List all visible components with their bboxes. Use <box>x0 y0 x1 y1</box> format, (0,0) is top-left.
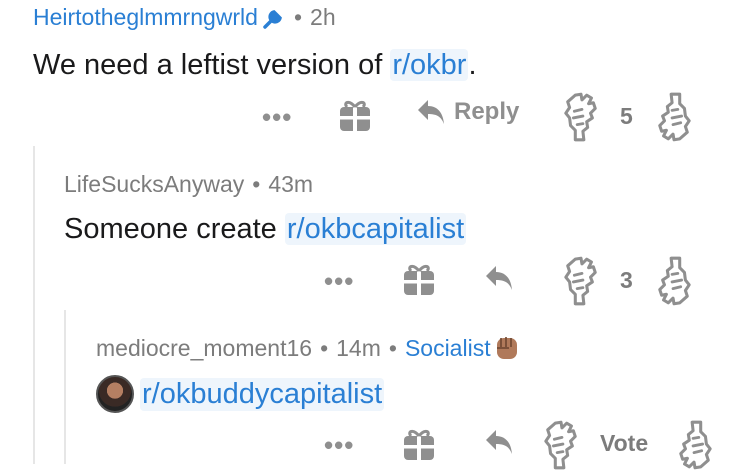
lowered-fist-downvote-icon <box>655 256 693 306</box>
comment-2-username[interactable]: LifeSucksAnyway <box>64 171 244 198</box>
lowered-fist-downvote-icon <box>655 92 693 142</box>
comment-2-award-button[interactable] <box>401 261 437 297</box>
gift-icon <box>337 97 373 133</box>
comment-1-more-button[interactable]: ••• <box>262 102 292 133</box>
comment-1-text: We need a leftist version of <box>33 49 391 81</box>
reply-arrow-icon <box>484 264 514 292</box>
reply-arrow-icon <box>484 428 514 456</box>
comment-3-flair: Socialist <box>404 334 491 361</box>
comment-1-meta: Heirtotheglmmrngwrld • 2h <box>33 4 336 31</box>
comment-3-vote-label: Vote <box>600 430 649 456</box>
thread-line-2[interactable] <box>64 310 66 464</box>
gift-icon <box>401 261 437 297</box>
comment-2-body: Someone create r/okbcapitalist <box>64 213 467 246</box>
raised-fist-upvote-icon <box>562 92 600 142</box>
reply-arrow-icon <box>416 98 446 126</box>
comment-1-vote-count: 5 <box>620 103 633 129</box>
comment-1-separator: • <box>293 4 303 30</box>
comment-1-time: 2h <box>310 4 336 30</box>
lowered-fist-downvote-icon <box>676 420 714 470</box>
comment-1-upvote-button[interactable] <box>562 92 600 142</box>
comment-2-reply-button[interactable] <box>484 264 514 292</box>
comment-2-meta: LifeSucksAnyway • 43m <box>64 171 313 198</box>
thread-line-1[interactable] <box>33 146 35 464</box>
comment-2-link[interactable]: r/okbcapitalist <box>284 213 467 245</box>
comment-3-separator: • <box>320 334 329 361</box>
comment-2-downvote-button[interactable] <box>655 256 693 306</box>
raised-fist-emoji-icon <box>493 334 521 362</box>
comment-3-upvote-button[interactable] <box>542 420 580 470</box>
gift-icon <box>401 426 437 462</box>
avatar[interactable] <box>96 375 134 413</box>
comment-3-meta: mediocre_moment16 • 14m • Socialist <box>96 334 521 362</box>
comment-2-separator: • <box>252 171 261 197</box>
raised-fist-upvote-icon <box>562 256 600 306</box>
wrench-icon <box>262 6 286 30</box>
comment-1-username[interactable]: Heirtotheglmmrngwrld <box>33 4 258 31</box>
comment-1-reply-label: Reply <box>454 98 520 125</box>
comment-3-separator-2: • <box>388 334 397 361</box>
comment-2-text: Someone create <box>64 213 285 245</box>
comment-3-username[interactable]: mediocre_moment16 <box>96 335 312 362</box>
comment-3-award-button[interactable] <box>401 426 437 462</box>
comment-1-text-suffix: . <box>468 49 477 81</box>
comment-3-downvote-button[interactable] <box>676 420 714 470</box>
comment-3-more-button[interactable]: ••• <box>324 430 354 461</box>
comment-2-vote-count: 3 <box>620 267 633 293</box>
comment-3-reply-button[interactable] <box>484 428 514 456</box>
raised-fist-upvote-icon <box>542 420 580 470</box>
comment-3-body: r/okbuddycapitalist <box>96 375 385 413</box>
comment-2-upvote-button[interactable] <box>562 256 600 306</box>
comment-1-link[interactable]: r/okbr <box>390 49 469 81</box>
comment-3-link[interactable]: r/okbuddycapitalist <box>140 377 385 411</box>
comment-2-more-button[interactable]: ••• <box>324 266 354 297</box>
comment-1-downvote-button[interactable] <box>655 92 693 142</box>
comment-1-award-button[interactable] <box>337 97 373 133</box>
comment-3-time: 14m <box>336 334 381 361</box>
comment-1-body: We need a leftist version of r/okbr. <box>33 49 477 82</box>
comment-2-time: 43m <box>268 171 314 197</box>
comment-1-reply-button[interactable]: Reply <box>416 98 519 126</box>
